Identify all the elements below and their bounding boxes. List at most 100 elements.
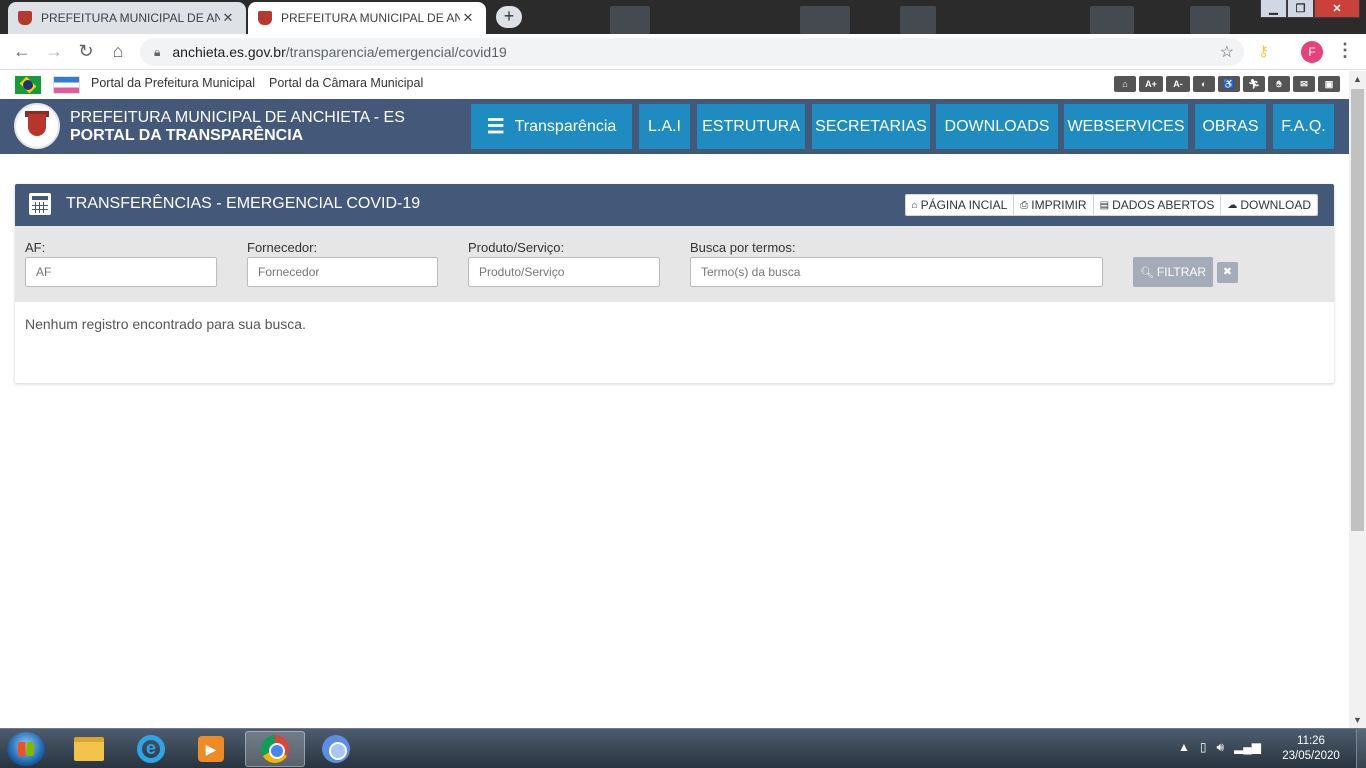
busca-input[interactable] — [690, 257, 1103, 287]
running-icon[interactable]: 🏃︎ — [1243, 76, 1265, 92]
browser-menu-icon[interactable]: ⋮ — [1336, 40, 1354, 61]
home-icon[interactable]: ⌂ — [102, 36, 134, 68]
nav-obras[interactable]: OBRAS — [1195, 104, 1266, 149]
system-clock[interactable]: 11:26 23/05/2020 — [1278, 734, 1344, 764]
folder-icon — [74, 737, 104, 761]
email-icon[interactable]: ✉ — [1293, 76, 1315, 92]
taskbar-chromium[interactable] — [306, 731, 366, 767]
calculator-icon — [29, 193, 51, 215]
taskbar-media-player[interactable]: ▶ — [181, 731, 241, 767]
nav-faq[interactable]: F.A.Q. — [1273, 104, 1334, 149]
clock-date: 23/05/2020 — [1282, 750, 1340, 762]
browser-tab-1[interactable]: PREFEITURA MUNICIPAL DE ANCHIETA - ES ✕ — [8, 2, 246, 34]
nav-lai[interactable]: L.A.I — [639, 104, 690, 149]
book-icon: ▤ — [1099, 199, 1110, 211]
desktop-background — [800, 6, 850, 34]
address-bar[interactable]: 🔒︎ anchieta.es.gov.br /transparencia/eme… — [140, 38, 1244, 66]
busca-label: Busca por termos: — [690, 240, 796, 255]
start-button[interactable] — [7, 732, 45, 766]
window-close-button[interactable]: ✕ — [1314, 0, 1360, 18]
filter-bar: AF: Fornecedor: Produto/Serviço: Busca p… — [15, 226, 1334, 302]
forward-arrow-icon[interactable]: → — [38, 36, 70, 68]
search-icon: 🔍︎ — [1139, 266, 1154, 279]
fornecedor-input[interactable] — [247, 257, 438, 287]
site-header: PREFEITURA MUNICIPAL DE ANCHIETA - ES PO… — [0, 99, 1349, 154]
clear-filters-button[interactable]: ✖ — [1217, 262, 1238, 283]
accessibility-toolbar: ⌂ A+ A- ◐ ♿ 🏃︎ ✋︎ ✉ ▣ — [1114, 76, 1340, 92]
portal-camara-link[interactable]: Portal da Câmara Municipal — [269, 76, 423, 90]
scroll-up-arrow-icon[interactable]: ▲ — [1349, 71, 1366, 87]
window-maximize-button[interactable]: ❐ — [1287, 0, 1314, 18]
cloud-download-icon: ☁ — [1227, 199, 1238, 211]
nav-label: Transparência — [514, 117, 617, 135]
produto-servico-label: Produto/Serviço: — [468, 240, 565, 255]
empty-results-message: Nenhum registro encontrado para sua busc… — [25, 316, 306, 332]
taskbar-internet-explorer[interactable]: e — [121, 731, 181, 767]
reload-icon[interactable]: ↻ — [70, 36, 102, 68]
page-title: TRANSFERÊNCIAS - EMERGENCIAL COVID-19 — [66, 195, 421, 212]
pagina-inicial-button[interactable]: ⌂ PÁGINA INCIAL — [906, 195, 1014, 215]
chrome-icon — [261, 735, 289, 763]
extension-key-icon[interactable]: ⚷ — [1258, 42, 1269, 60]
clock-time: 11:26 — [1297, 735, 1325, 747]
calculator-screen — [32, 196, 48, 200]
download-button[interactable]: ☁ DOWNLOAD — [1220, 195, 1317, 215]
portal-prefeitura-link[interactable]: Portal da Prefeitura Municipal — [91, 76, 255, 90]
back-arrow-icon[interactable]: ← — [6, 36, 38, 68]
site-subtitle[interactable]: PORTAL DA TRANSPARÊNCIA — [70, 127, 303, 145]
site-favicon-icon — [18, 11, 32, 25]
increase-font-icon[interactable]: A+ — [1139, 76, 1163, 92]
scroll-down-arrow-icon[interactable]: ▼ — [1349, 712, 1366, 728]
desktop-background — [1190, 6, 1230, 34]
filtrar-button[interactable]: 🔍︎ FILTRAR — [1133, 257, 1213, 287]
imprimir-button[interactable]: ⎙ IMPRIMIR — [1013, 195, 1092, 215]
window-minimize-button[interactable]: ▁ — [1260, 0, 1287, 18]
profile-avatar[interactable]: F — [1301, 41, 1323, 63]
transfers-panel: TRANSFERÊNCIAS - EMERGENCIAL COVID-19 ⌂ … — [15, 184, 1334, 383]
nav-estrutura[interactable]: ESTRUTURA — [697, 104, 805, 149]
nav-downloads[interactable]: DOWNLOADS — [936, 104, 1058, 149]
lock-icon: 🔒︎ — [154, 44, 161, 59]
site-title[interactable]: PREFEITURA MUNICIPAL DE ANCHIETA - ES — [70, 109, 405, 127]
home-icon[interactable]: ⌂ — [1114, 76, 1136, 92]
media-player-icon: ▶ — [198, 736, 224, 762]
bookmark-star-icon[interactable]: ☆ — [1220, 42, 1234, 62]
wheelchair-icon[interactable]: ♿ — [1218, 76, 1240, 92]
tab-close-icon[interactable]: ✕ — [220, 10, 236, 26]
chromium-icon — [322, 735, 350, 763]
scrollbar-thumb[interactable] — [1351, 89, 1364, 531]
af-input[interactable] — [25, 257, 217, 287]
desktop-background — [900, 6, 936, 34]
brazil-flag-icon[interactable] — [15, 76, 41, 94]
dados-abertos-button[interactable]: ▤ DADOS ABERTOS — [1092, 195, 1221, 215]
fornecedor-label: Fornecedor: — [247, 240, 318, 255]
taskbar-chrome[interactable] — [245, 731, 305, 767]
contrast-icon[interactable]: ◐ — [1193, 76, 1215, 92]
browser-tab-2[interactable]: PREFEITURA MUNICIPAL DE ANCHIETA - ES ✕ — [248, 2, 486, 34]
new-tab-button[interactable]: + — [496, 6, 522, 28]
produto-servico-input[interactable] — [468, 257, 660, 287]
button-label: FILTRAR — [1156, 265, 1207, 279]
tab-close-icon[interactable]: ✕ — [460, 10, 476, 26]
af-label: AF: — [25, 240, 46, 255]
city-coat-of-arms-logo[interactable] — [14, 103, 60, 149]
page-scrollbar[interactable]: ▲ ▼ — [1349, 71, 1366, 728]
button-label: IMPRIMIR — [1031, 198, 1087, 212]
network-signal-icon[interactable]: ▂▄▆ — [1234, 740, 1261, 755]
nav-secretarias[interactable]: SECRETARIAS — [812, 104, 930, 149]
lock-icon[interactable]: ▣ — [1318, 76, 1340, 92]
taskbar-explorer[interactable] — [59, 731, 119, 767]
nav-webservices[interactable]: WEBSERVICES — [1064, 104, 1188, 149]
button-label: DADOS ABERTOS — [1112, 198, 1215, 212]
espirito-santo-flag-icon[interactable] — [53, 76, 80, 94]
nav-transparencia[interactable]: ☰ Transparência — [471, 104, 632, 149]
internet-explorer-icon: e — [137, 735, 165, 763]
button-label: PÁGINA INCIAL — [920, 198, 1008, 212]
sign-language-icon[interactable]: ✋︎ — [1268, 76, 1290, 92]
show-desktop-button[interactable] — [1356, 729, 1366, 768]
device-icon[interactable]: ▯ — [1200, 740, 1207, 755]
show-hidden-icons-icon[interactable]: ▲ — [1178, 740, 1190, 755]
volume-icon[interactable]: 🔊︎ — [1217, 740, 1225, 755]
panel-action-group: ⌂ PÁGINA INCIAL ⎙ IMPRIMIR ▤ DADOS ABERT… — [904, 194, 1318, 216]
decrease-font-icon[interactable]: A- — [1166, 76, 1190, 92]
